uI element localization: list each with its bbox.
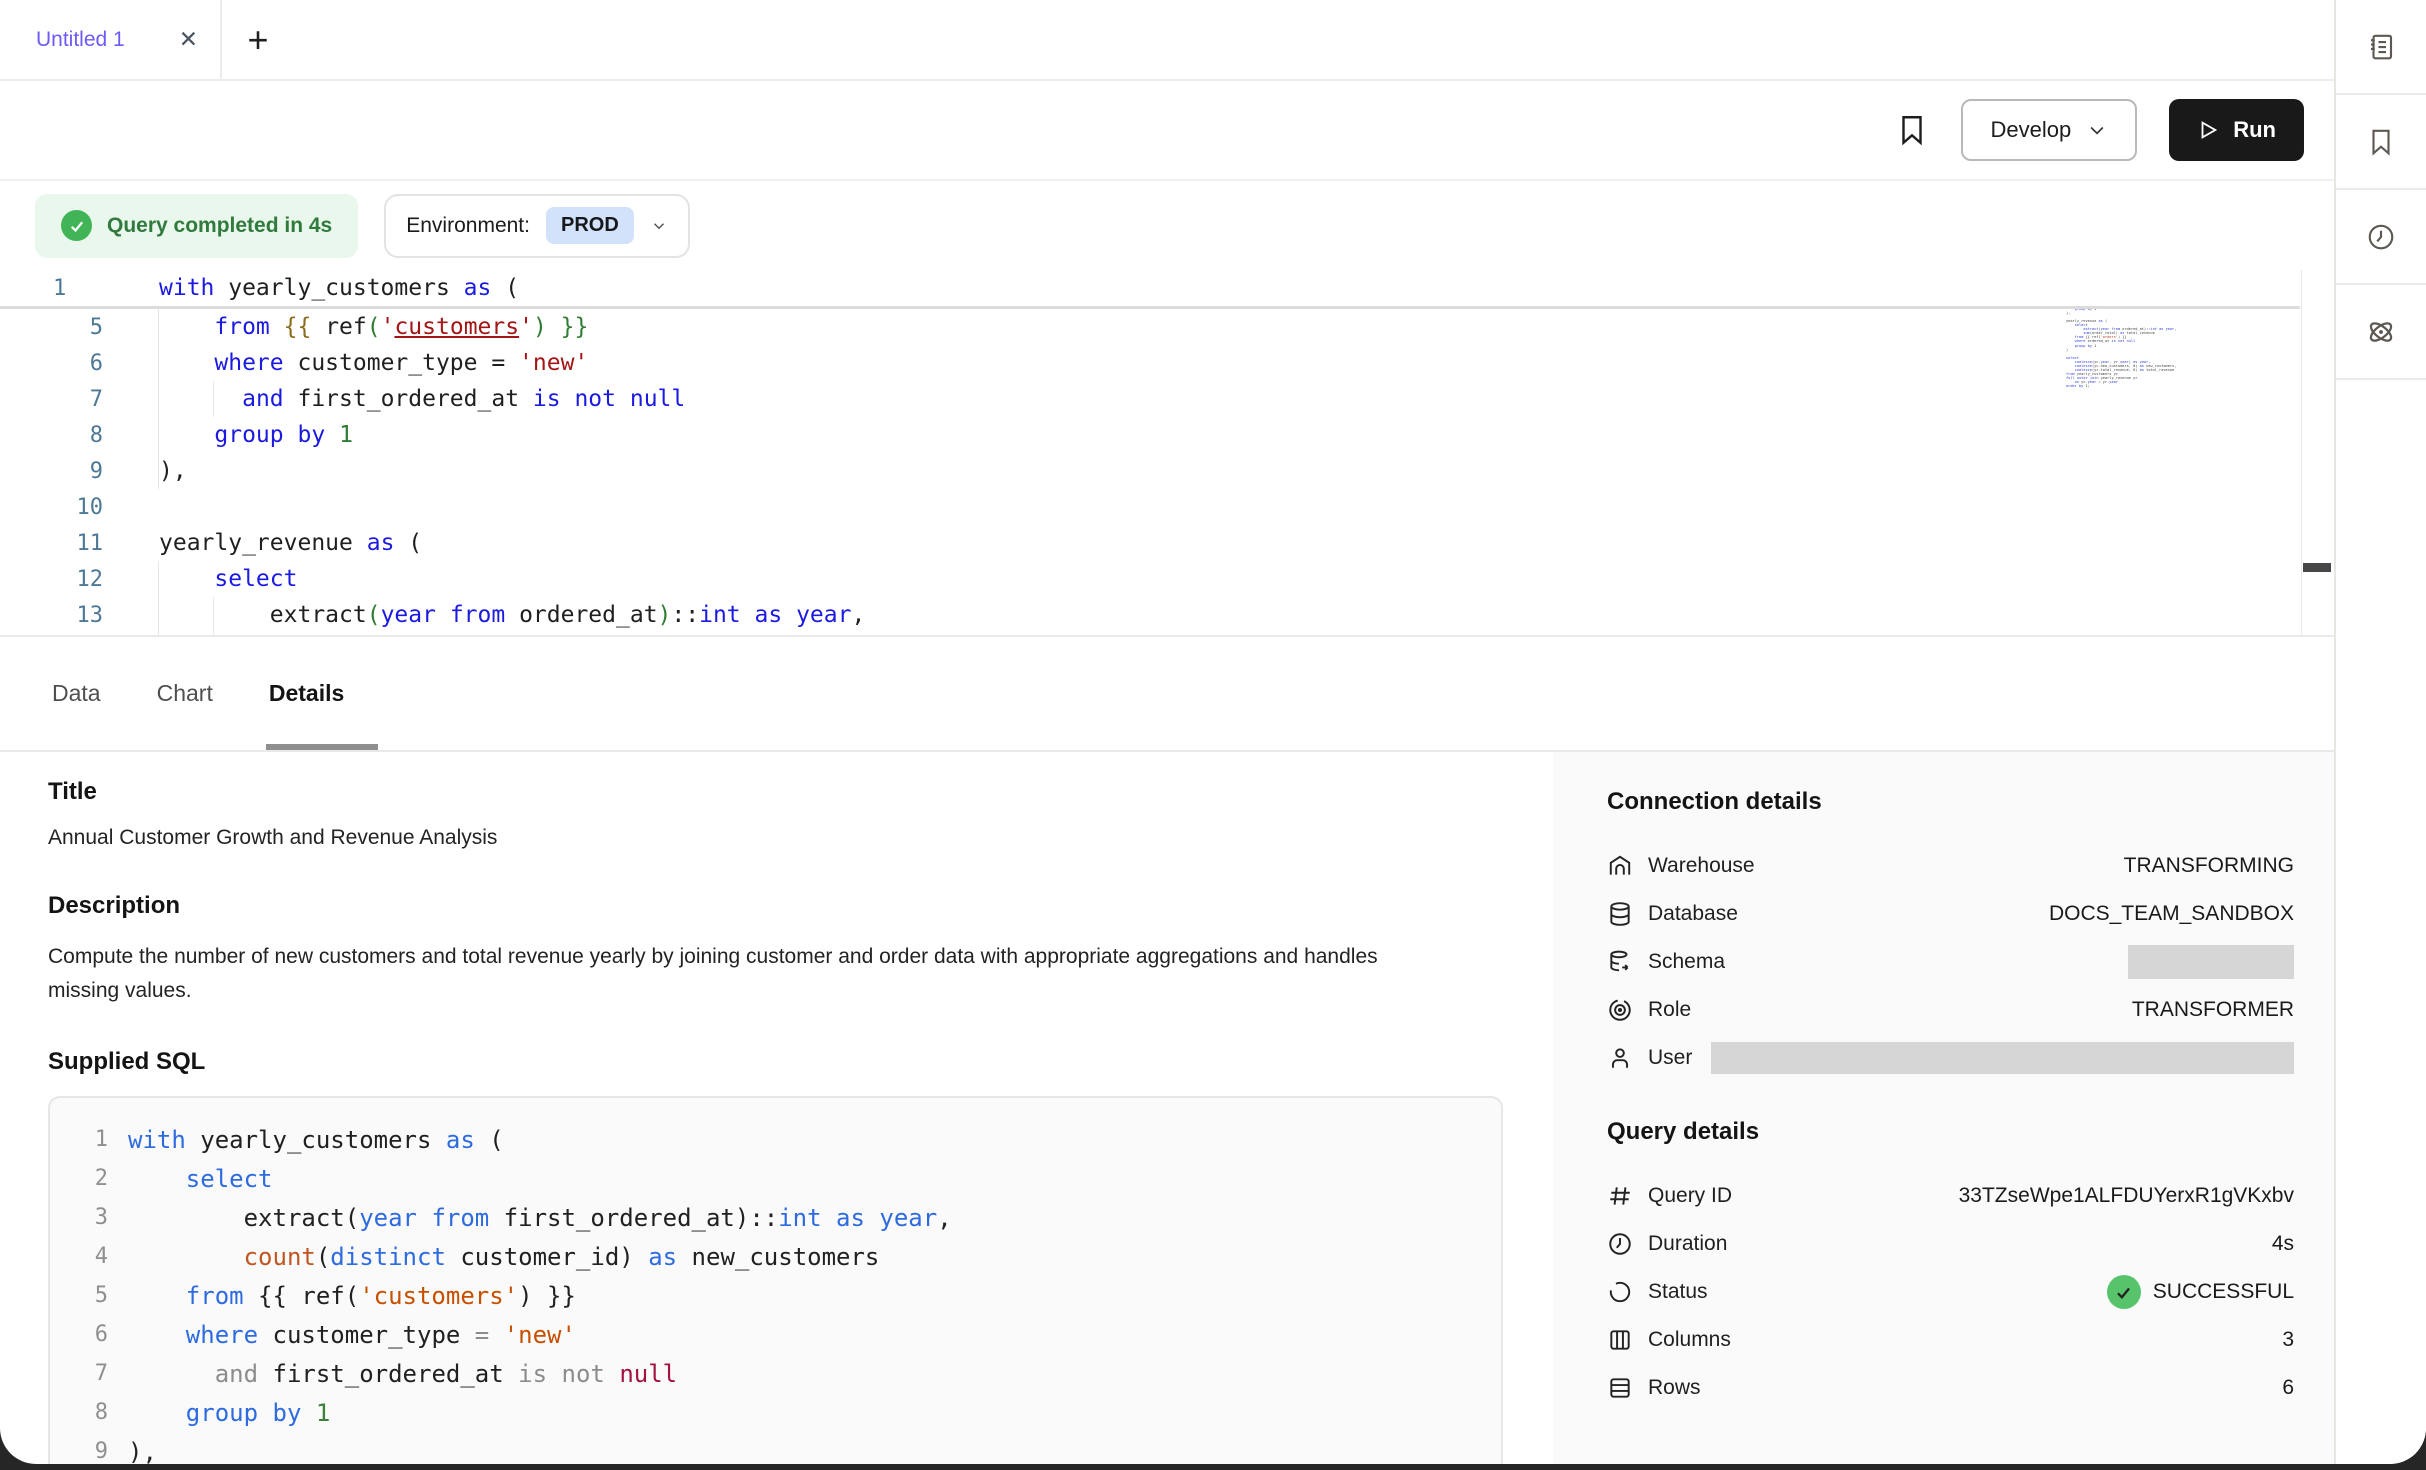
duration-value: 4s xyxy=(2272,1232,2294,1256)
connection-query-panel: Connection details Warehouse TRANSFORMIN… xyxy=(1553,752,2334,1464)
new-tab-button[interactable]: + xyxy=(222,0,294,79)
sql-editor[interactable]: 5 from {{ ref('customers') }}6 where cus… xyxy=(0,270,2334,635)
tab-untitled-1[interactable]: Untitled 1 ✕ xyxy=(0,0,222,79)
develop-dropdown[interactable]: Develop xyxy=(1961,99,2138,161)
editor-code-lines: 5 from {{ ref('customers') }}6 where cus… xyxy=(0,309,2334,633)
description-heading: Description xyxy=(48,892,1503,920)
role-label: Role xyxy=(1648,998,1691,1022)
query-completed-text: Query completed in 4s xyxy=(107,214,332,238)
develop-label: Develop xyxy=(1991,117,2072,143)
title-value: Annual Customer Growth and Revenue Analy… xyxy=(48,826,1503,850)
bookmarks-panel-button[interactable] xyxy=(2336,95,2426,190)
editor-tab-bar: Untitled 1 ✕ + xyxy=(0,0,2334,81)
role-icon xyxy=(1607,997,1633,1023)
columns-value: 3 xyxy=(2282,1328,2294,1352)
editor-scrollbar-track xyxy=(2301,270,2302,635)
editor-scrollbar-thumb[interactable] xyxy=(2303,563,2331,572)
rows-label: Rows xyxy=(1648,1376,1701,1400)
results-tab-bar: Data Chart Details xyxy=(0,635,2334,752)
schema-icon xyxy=(1607,949,1633,975)
environment-value-chip: PROD xyxy=(546,207,634,244)
spinner-icon xyxy=(1607,1279,1633,1305)
tab-title: Untitled 1 xyxy=(36,28,125,52)
user-value-redacted xyxy=(1711,1042,2294,1074)
rows-row: Rows 6 xyxy=(1607,1364,2294,1412)
query-details-heading: Query details xyxy=(1607,1118,2294,1146)
success-check-icon xyxy=(61,210,92,241)
run-button[interactable]: Run xyxy=(2169,99,2304,161)
columns-row: Columns 3 xyxy=(1607,1316,2294,1364)
status-row-detail: Status SUCCESSFUL xyxy=(1607,1268,2294,1316)
supplied-sql-block: 1with yearly_customers as (2 select3 ext… xyxy=(48,1096,1503,1464)
columns-label: Columns xyxy=(1648,1328,1731,1352)
database-row: Database DOCS_TEAM_SANDBOX xyxy=(1607,890,2294,938)
query-id-row: Query ID 33TZseWpe1ALFDUYerxR1gVKxbv xyxy=(1607,1172,2294,1220)
description-value: Compute the number of new customers and … xyxy=(48,940,1378,1008)
chevron-down-icon xyxy=(2087,120,2107,140)
title-heading: Title xyxy=(48,778,1503,806)
role-value: TRANSFORMER xyxy=(2132,998,2294,1022)
database-label: Database xyxy=(1648,902,1738,926)
bookmark-icon xyxy=(1895,113,1929,147)
notebook-icon xyxy=(2366,32,2396,62)
history-panel-button[interactable] xyxy=(2336,190,2426,285)
status-value: SUCCESSFUL xyxy=(2153,1280,2294,1304)
hash-icon xyxy=(1607,1183,1633,1209)
warehouse-value: TRANSFORMING xyxy=(2124,854,2294,878)
duration-label: Duration xyxy=(1648,1232,1727,1256)
warehouse-row: Warehouse TRANSFORMING xyxy=(1607,842,2294,890)
connection-details-heading: Connection details xyxy=(1607,788,2294,816)
warehouse-label: Warehouse xyxy=(1648,854,1755,878)
user-icon xyxy=(1607,1045,1633,1071)
user-label: User xyxy=(1648,1046,1692,1070)
schema-row: Schema xyxy=(1607,938,2294,986)
chevron-down-icon xyxy=(650,217,668,235)
bookmark-icon xyxy=(2366,127,2396,157)
status-value-wrap: SUCCESSFUL xyxy=(2107,1275,2294,1309)
tab-details[interactable]: Details xyxy=(269,680,344,707)
environment-selector[interactable]: Environment: PROD xyxy=(384,194,690,258)
rows-icon xyxy=(1607,1375,1633,1401)
database-icon xyxy=(1607,901,1633,927)
ai-sparkle-icon xyxy=(2365,316,2397,348)
success-check-icon xyxy=(2107,1275,2141,1309)
query-id-value: 33TZseWpe1ALFDUYerxR1gVKxbv xyxy=(1959,1184,2294,1208)
bookmark-button[interactable] xyxy=(1895,113,1929,147)
close-tab-icon[interactable]: ✕ xyxy=(179,26,198,53)
duration-row: Duration 4s xyxy=(1607,1220,2294,1268)
right-icon-sidebar xyxy=(2334,0,2426,1464)
supplied-sql-heading: Supplied SQL xyxy=(48,1048,1503,1076)
clock-icon xyxy=(1607,1231,1633,1257)
details-panel: Title Annual Customer Growth and Revenue… xyxy=(48,778,1503,1464)
run-label: Run xyxy=(2233,117,2276,143)
environment-label: Environment: xyxy=(406,214,530,238)
tab-chart[interactable]: Chart xyxy=(157,680,213,707)
database-value: DOCS_TEAM_SANDBOX xyxy=(2049,902,2294,926)
toolbar: Develop Run xyxy=(0,81,2334,181)
active-tab-indicator xyxy=(266,744,378,750)
play-icon xyxy=(2197,119,2219,141)
app-window: Untitled 1 ✕ + Develop Run xyxy=(0,0,2426,1464)
clock-icon xyxy=(2366,222,2396,252)
query-id-label: Query ID xyxy=(1648,1184,1732,1208)
editor-sticky-line: 1with yearly_customers as ( xyxy=(0,270,2300,309)
user-row: User xyxy=(1607,1034,2294,1082)
tab-data[interactable]: Data xyxy=(52,680,101,707)
schema-value-redacted xyxy=(2128,945,2294,979)
status-label: Status xyxy=(1648,1280,1708,1304)
query-completed-badge: Query completed in 4s xyxy=(35,194,358,258)
status-row: Query completed in 4s Environment: PROD xyxy=(0,181,2334,270)
columns-icon xyxy=(1607,1327,1633,1353)
ai-assist-panel-button[interactable] xyxy=(2336,285,2426,380)
warehouse-icon xyxy=(1607,853,1633,879)
notebook-panel-button[interactable] xyxy=(2336,0,2426,95)
schema-label: Schema xyxy=(1648,950,1725,974)
rows-value: 6 xyxy=(2282,1376,2294,1400)
role-row: Role TRANSFORMER xyxy=(1607,986,2294,1034)
